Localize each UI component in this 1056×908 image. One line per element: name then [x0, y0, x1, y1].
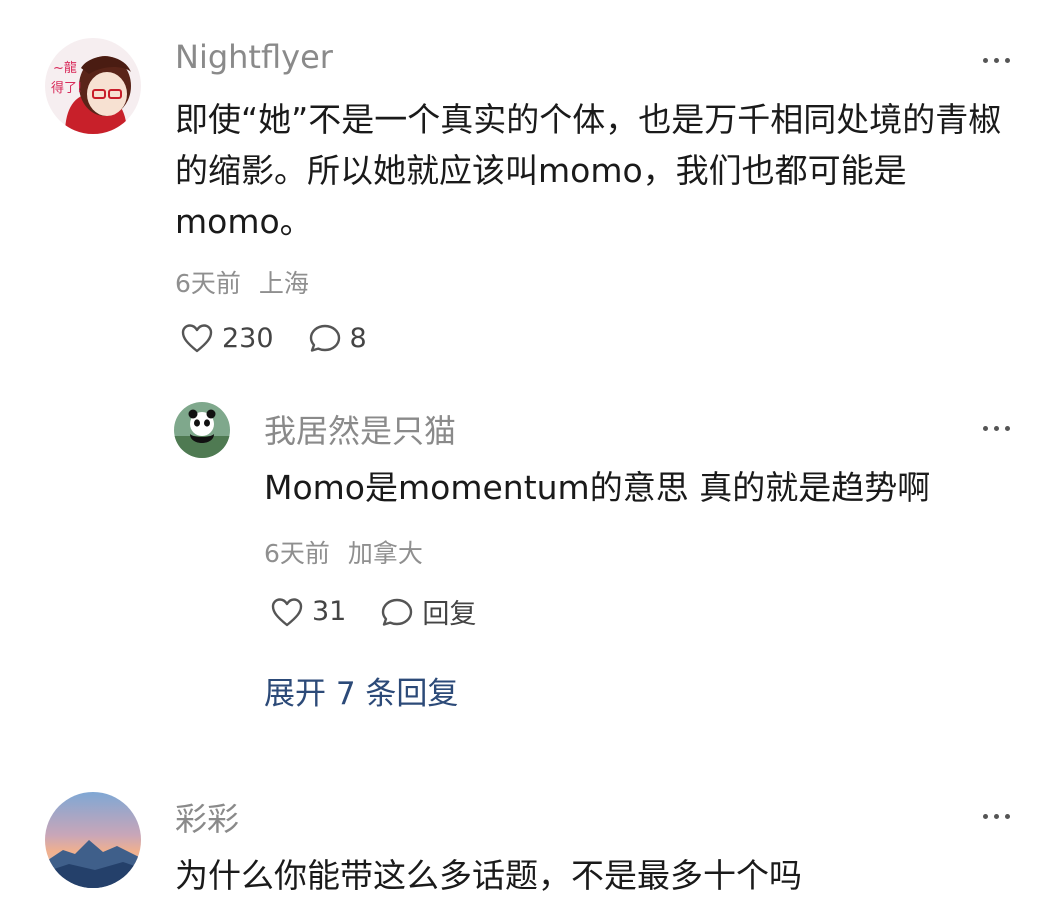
more-dot-icon — [1004, 813, 1010, 819]
reply-actions: 31 回复 — [270, 592, 476, 631]
user-avatar[interactable] — [45, 792, 141, 888]
comment-time: 6天前 — [175, 269, 241, 298]
reply-button-label: 回复 — [422, 599, 477, 630]
comment-text: 为什么你能带这么多话题，不是最多十个吗 — [175, 856, 802, 895]
comment-bubble-icon — [309, 324, 340, 352]
more-dot-icon — [1004, 425, 1010, 431]
more-dot-icon — [993, 57, 999, 63]
panda-avatar-icon — [174, 402, 230, 458]
reply-button[interactable]: 回复 — [380, 592, 476, 631]
comment-bubble-icon — [382, 598, 413, 626]
reply-count: 8 — [349, 322, 367, 354]
anime-girl-avatar-icon: ~龍 得了! — [45, 38, 141, 134]
like-button[interactable]: 230 — [180, 322, 274, 354]
username[interactable]: 彩彩 — [175, 794, 239, 840]
more-options-button[interactable] — [976, 806, 1016, 826]
reply-like-count: 31 — [312, 596, 347, 627]
reply-time: 6天前 — [264, 539, 330, 568]
reply-location: 加拿大 — [347, 539, 423, 568]
svg-text:得了!: 得了! — [51, 80, 82, 96]
svg-text:~龍: ~龍 — [53, 60, 77, 76]
comment-text: 即使“她”不是一个真实的个体，也是万千相同处境的青椒的缩影。所以她就应该叫mom… — [175, 100, 1002, 241]
more-dot-icon — [993, 425, 999, 431]
reply-username[interactable]: 我居然是只猫 — [264, 406, 456, 452]
reply-like-button[interactable]: 31 — [270, 596, 346, 628]
more-options-button[interactable] — [976, 50, 1016, 70]
heart-icon — [181, 324, 213, 353]
more-dot-icon — [982, 813, 988, 819]
more-dot-icon — [1004, 57, 1010, 63]
comment-meta: 6天前 上海 — [175, 264, 309, 300]
comment-location: 上海 — [258, 269, 309, 298]
username[interactable]: Nightflyer — [175, 38, 333, 76]
reply-more-options-button[interactable] — [976, 418, 1016, 438]
more-dot-icon — [982, 57, 988, 63]
reply-meta: 6天前 加拿大 — [264, 534, 423, 570]
mountain-sunset-avatar-icon — [45, 792, 141, 888]
comment-actions: 230 8 — [180, 322, 367, 354]
heart-icon — [271, 597, 303, 626]
expand-replies-link[interactable]: 展开 7 条回复 — [264, 668, 458, 713]
more-dot-icon — [993, 813, 999, 819]
reply-text: Momo是momentum的意思 真的就是趋势啊 — [264, 468, 931, 507]
more-dot-icon — [982, 425, 988, 431]
reply-count-button[interactable]: 8 — [308, 322, 367, 354]
user-avatar[interactable]: ~龍 得了! — [45, 38, 141, 134]
reply-user-avatar[interactable] — [174, 402, 230, 458]
like-count: 230 — [222, 322, 274, 354]
